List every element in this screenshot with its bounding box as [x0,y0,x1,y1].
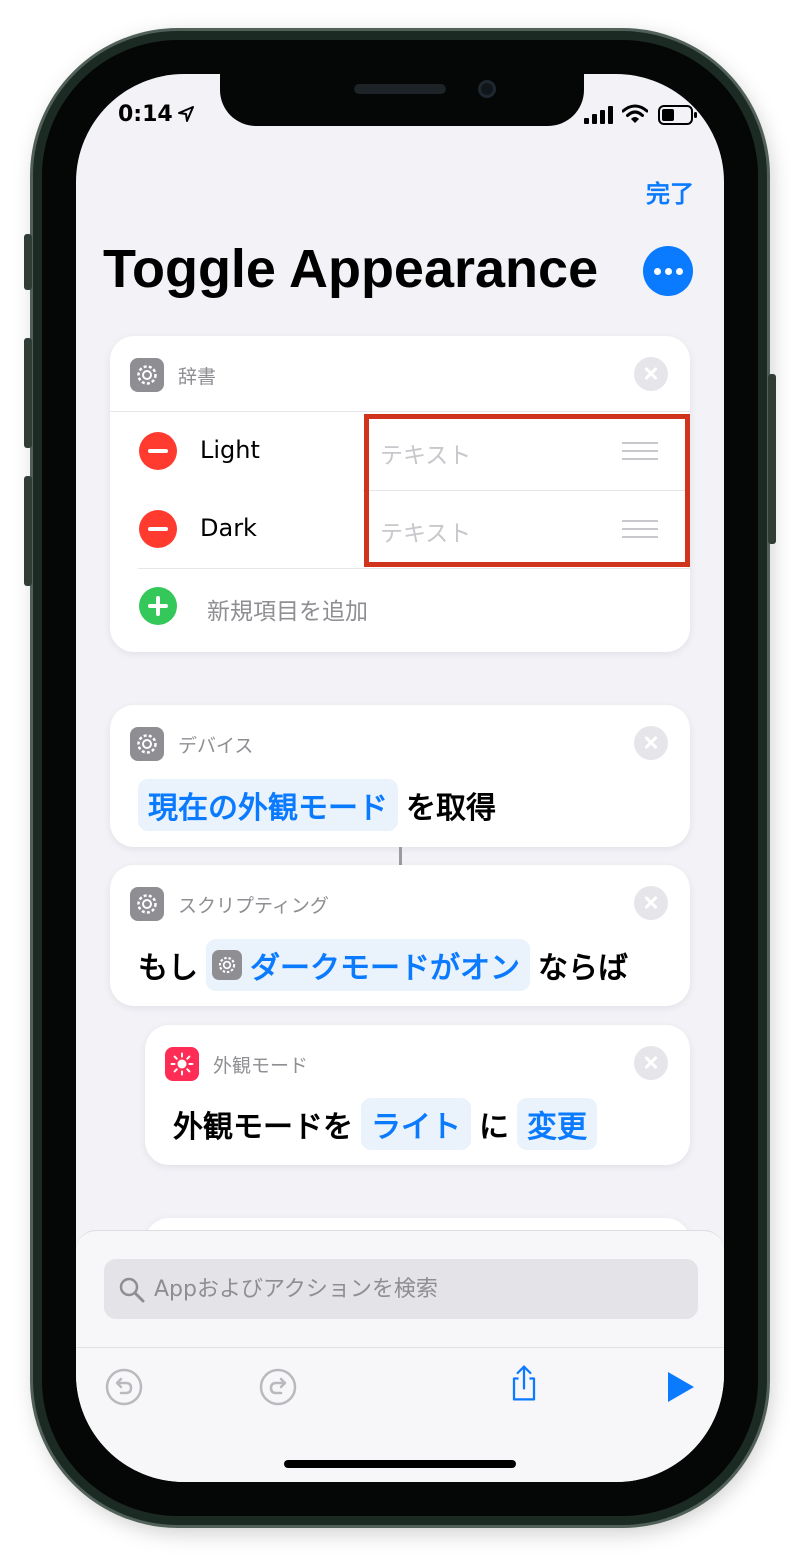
dictionary-key[interactable]: Dark [200,514,257,542]
action-text: もし [138,951,198,986]
card-header: スクリプティング [130,887,329,921]
toolbar-divider [76,1347,724,1348]
wifi-icon [622,104,648,123]
front-camera [478,80,496,98]
search-field[interactable] [104,1259,698,1319]
action-text: 外観モードを [173,1110,353,1145]
delete-row-button[interactable] [139,510,177,548]
gear-icon [212,950,242,980]
more-options-button[interactable] [643,246,693,296]
location-arrow-icon [178,106,194,122]
undo-icon[interactable] [104,1367,144,1407]
action-text: に [479,1110,509,1145]
volume-down-button [24,476,32,586]
phone-screen: 0:14 完了 Toggle Appearance 辞書 Light テキスト … [76,74,724,1482]
redo-icon[interactable] [258,1367,298,1407]
gear-icon [130,887,164,921]
silent-switch [24,234,32,290]
connector-line [399,847,402,865]
search-icon [119,1277,145,1303]
action-sentence: 外観モードを ライト に 変更 [173,1098,597,1150]
more-dot [665,268,672,275]
if-action-card[interactable]: スクリプティング もし ダークモードがオン ならば [110,865,690,1006]
action-category: 外観モード [213,1054,309,1077]
remove-action-button[interactable] [634,1046,668,1080]
appearance-mode-parameter[interactable]: ライト [361,1098,471,1150]
share-icon[interactable] [504,1363,544,1403]
action-search-panel [76,1230,724,1482]
cellular-signal-icon [584,106,613,124]
action-category: スクリプティング [178,894,329,917]
power-button [768,374,776,544]
home-indicator [284,1460,516,1468]
search-input[interactable] [154,1259,684,1319]
volume-up-button [24,338,32,448]
done-button[interactable]: 完了 [646,174,694,209]
add-item-label[interactable]: 新規項目を追加 [207,592,368,626]
appearance-mode-variable[interactable]: 現在の外観モード [138,779,398,831]
action-sentence: 現在の外観モード を取得 [138,779,504,831]
page-title: Toggle Appearance [103,239,599,299]
remove-action-button[interactable] [634,886,668,920]
play-icon[interactable] [660,1367,700,1407]
condition-label: ダークモードがオン [250,951,520,986]
gear-icon [130,727,164,761]
action-sentence: もし ダークモードがオン ならば [138,939,636,991]
remove-action-button[interactable] [634,726,668,760]
card-header: 外観モード [165,1047,308,1081]
delete-row-button[interactable] [139,432,177,470]
gear-icon [130,358,164,392]
card-header: デバイス [130,727,253,761]
operation-parameter[interactable]: 変更 [517,1098,597,1150]
action-text: を取得 [406,791,496,826]
more-dot [676,268,683,275]
remove-action-button[interactable] [634,357,668,391]
dictionary-key[interactable]: Light [200,436,260,464]
speaker [354,84,446,94]
card-header: 辞書 [130,358,216,392]
action-category: デバイス [178,734,254,757]
add-item-row[interactable]: 新規項目を追加 [110,568,690,646]
status-time: 0:14 [118,102,173,127]
add-item-button[interactable] [139,587,177,625]
action-text: ならば [538,951,628,986]
action-category: 辞書 [178,365,217,388]
sun-icon [165,1047,199,1081]
highlight-annotation [364,414,690,567]
notch [220,74,584,126]
condition-variable[interactable]: ダークモードがオン [206,939,530,991]
more-options-icon [654,268,661,275]
battery-icon [658,105,697,125]
get-appearance-action-card[interactable]: デバイス 現在の外観モード を取得 [110,705,690,847]
set-appearance-action-card[interactable]: 外観モード 外観モードを ライト に 変更 [145,1025,690,1165]
